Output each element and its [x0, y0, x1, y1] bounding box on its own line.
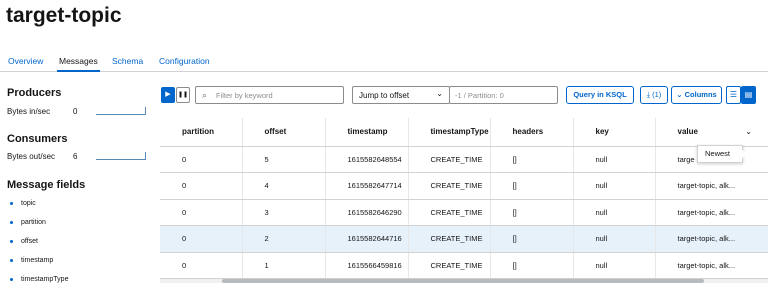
table-icon: ▤	[744, 90, 753, 99]
message-fields-heading: Message fields	[7, 179, 86, 191]
column-header-value[interactable]: value ⌄	[655, 118, 768, 147]
consumers-heading: Consumers	[7, 133, 68, 145]
tab-schema[interactable]: Schema	[112, 56, 143, 66]
play-button[interactable]: ▶	[161, 87, 175, 103]
partition-input[interactable]: -1 / Partition: 0	[449, 86, 558, 104]
tab-configuration[interactable]: Configuration	[159, 56, 210, 66]
bullet-icon	[10, 277, 13, 281]
list-view-button[interactable]: ☰	[726, 86, 741, 104]
field-item[interactable]: partition	[10, 219, 46, 226]
bytes-in-label: Bytes in/sec	[7, 107, 51, 116]
field-item[interactable]: timestampType	[10, 276, 68, 283]
bytes-out-label: Bytes out/sec	[7, 152, 56, 161]
tab-messages[interactable]: Messages	[57, 56, 100, 72]
bytes-out-sparkline	[96, 152, 146, 160]
table-row[interactable]: 0 4 1615582647714 CREATE_TIME [] null ta…	[160, 172, 768, 200]
table-row-selected[interactable]: 0 2 1615582644716 CREATE_TIME [] null ta…	[160, 225, 768, 253]
bullet-icon	[10, 201, 13, 205]
field-item[interactable]: topic	[10, 200, 36, 207]
column-header-timestamp[interactable]: timestamp	[325, 118, 409, 147]
search-box: ⌕	[195, 86, 344, 104]
sort-chevron-icon[interactable]: ⌄	[745, 127, 752, 136]
table-header-row: partition offset timestamp timestampType…	[160, 118, 768, 147]
horizontal-scrollbar[interactable]	[160, 279, 768, 283]
column-header-timestamptype[interactable]: timestampType	[408, 118, 491, 147]
search-input[interactable]	[216, 89, 341, 101]
play-icon: ▶	[165, 91, 171, 98]
field-item[interactable]: offset	[10, 238, 38, 245]
bytes-out-value: 6	[73, 152, 78, 161]
bytes-in-value: 0	[73, 107, 78, 116]
column-header-key[interactable]: key	[573, 118, 656, 147]
page-title: target-topic	[6, 4, 122, 27]
chevron-down-icon: ⌄	[676, 90, 685, 99]
column-header-headers[interactable]: headers	[490, 118, 574, 147]
column-header-offset[interactable]: offset	[242, 118, 326, 147]
pause-button[interactable]: ❚❚	[176, 87, 190, 103]
search-icon: ⌕	[202, 90, 208, 100]
query-ksql-button[interactable]: Query in KSQL	[566, 86, 634, 104]
download-button[interactable]: ⤓ (1)	[640, 86, 668, 104]
messages-table: partition offset timestamp timestampType…	[160, 118, 768, 282]
jump-to-select[interactable]: Jump to offset ⌄	[352, 86, 450, 104]
field-item[interactable]: timestamp	[10, 257, 53, 264]
bullet-icon	[10, 239, 13, 243]
bullet-icon	[10, 220, 13, 224]
bullet-icon	[10, 258, 13, 262]
bytes-in-sparkline	[96, 107, 146, 115]
table-row[interactable]: 0 1 1615566459816 CREATE_TIME [] null ta…	[160, 252, 768, 279]
tab-bar: Overview Messages Schema Configuration	[0, 48, 768, 72]
chevron-down-icon: ⌄	[436, 89, 443, 98]
tab-overview[interactable]: Overview	[8, 56, 43, 66]
table-row[interactable]: 0 3 1615582646290 CREATE_TIME [] null ta…	[160, 199, 768, 226]
columns-button[interactable]: ⌄ Columns	[671, 86, 722, 104]
scrollbar-thumb[interactable]	[222, 279, 704, 283]
pause-icon: ❚❚	[177, 92, 189, 98]
table-view-button[interactable]: ▤	[741, 86, 756, 104]
column-header-partition[interactable]: partition	[160, 118, 243, 147]
list-icon: ☰	[729, 90, 738, 99]
sort-tooltip: Newest	[697, 145, 747, 163]
producers-heading: Producers	[7, 87, 62, 99]
table-row[interactable]: 0 5 1615582648554 CREATE_TIME [] null ta…	[160, 146, 768, 173]
